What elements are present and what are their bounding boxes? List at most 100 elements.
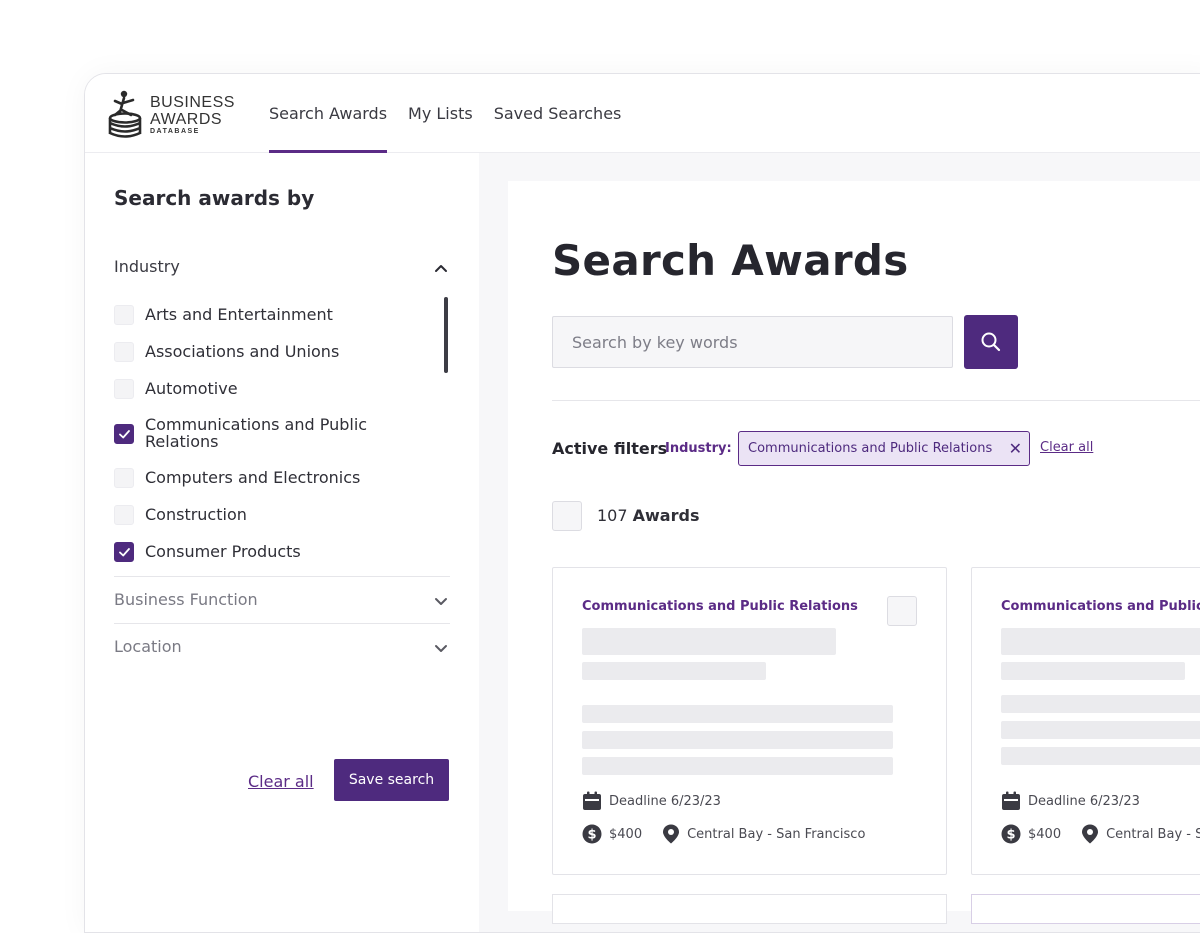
calendar-icon — [1002, 791, 1020, 810]
select-all-checkbox[interactable] — [552, 501, 582, 531]
industry-option[interactable]: Construction — [114, 505, 414, 525]
check-icon — [119, 548, 130, 557]
industry-option-label: Construction — [145, 505, 247, 524]
business-awards-logo[interactable]: BUSINESS AWARDS DATABASE — [107, 88, 237, 140]
industry-option-label: Communications and Public Relations — [145, 415, 368, 451]
skeleton-line — [1001, 721, 1200, 739]
industry-option-label: Associations and Unions — [145, 342, 340, 361]
award-card-deadline: Deadline 6/23/23 — [1001, 791, 1140, 811]
award-card-meta: $ $400 Central Bay - San Francisco — [582, 824, 865, 844]
search-input[interactable] — [552, 316, 953, 368]
award-card-meta: $ $400 Central Bay - San Francisco — [1001, 824, 1200, 844]
location-section-header[interactable]: Location — [114, 637, 450, 661]
industry-option[interactable]: Communications and Public Relations — [114, 416, 404, 450]
business-function-label: Business Function — [114, 590, 258, 609]
nav-saved-searches[interactable]: Saved Searches — [494, 74, 622, 153]
award-card-deadline: Deadline 6/23/23 — [582, 791, 721, 811]
logo-line-1: BUSINESS — [150, 94, 235, 111]
industry-option-label: Arts and Entertainment — [145, 305, 333, 324]
dollar-icon: $ — [582, 824, 602, 844]
logo-line-3: DATABASE — [150, 128, 200, 135]
industry-option-label: Computers and Electronics — [145, 468, 361, 487]
skeleton-subtitle — [582, 662, 766, 680]
main-divider — [552, 400, 1200, 401]
location-pin-icon — [663, 824, 680, 844]
industry-option-label: Consumer Products — [145, 542, 301, 561]
industry-option[interactable]: Arts and Entertainment — [114, 305, 414, 325]
industry-option[interactable]: Automotive — [114, 379, 414, 399]
nav-search-awards[interactable]: Search Awards — [269, 74, 388, 153]
active-filter-industry-label: Industry: — [665, 441, 732, 456]
logo-line-2: AWARDS — [150, 111, 223, 128]
section-divider — [114, 623, 450, 624]
industry-checkbox[interactable] — [114, 342, 134, 362]
calendar-icon — [583, 791, 601, 810]
skeleton-title — [582, 628, 836, 655]
results-count: 107 Awards — [597, 506, 699, 525]
industry-option-label: Automotive — [145, 379, 238, 398]
filter-sidebar: Search awards by Industry Arts and Enter… — [85, 153, 479, 932]
skeleton-line — [1001, 695, 1200, 713]
chevron-down-icon — [435, 598, 447, 605]
dollar-icon: $ — [1001, 824, 1021, 844]
results-count-number: 107 — [597, 506, 628, 525]
industry-checkbox-checked[interactable] — [114, 424, 134, 444]
logo-text: BUSINESS AWARDS DATABASE — [150, 94, 235, 136]
chevron-down-icon — [435, 645, 447, 652]
search-button[interactable] — [964, 315, 1018, 369]
award-card-price: $400 — [1028, 826, 1062, 842]
industry-checkbox[interactable] — [114, 468, 134, 488]
award-card[interactable]: Communications and Public Relations Dead… — [971, 567, 1200, 875]
industry-checkbox[interactable] — [114, 305, 134, 325]
main-nav: Search Awards My Lists Saved Searches — [269, 74, 642, 153]
award-card-location: Central Bay - San Francisco — [1106, 826, 1200, 842]
skeleton-title — [1001, 628, 1200, 655]
chevron-up-icon — [435, 265, 447, 272]
industry-section-header[interactable]: Industry — [114, 257, 450, 281]
award-card-category: Communications and Public Relations — [582, 599, 858, 614]
award-card-location: Central Bay - San Francisco — [687, 826, 866, 842]
skeleton-line — [582, 705, 893, 723]
award-card-checkbox[interactable] — [887, 596, 917, 626]
active-filter-chip-label: Communications and Public Relations — [748, 441, 993, 456]
industry-checkbox[interactable] — [114, 505, 134, 525]
active-filter-chip[interactable]: Communications and Public Relations ✕ — [738, 431, 1030, 466]
award-card-deadline-text: Deadline 6/23/23 — [609, 793, 721, 809]
skeleton-line — [582, 731, 893, 749]
section-divider — [114, 576, 450, 577]
active-filters-label: Active filters — [552, 439, 668, 458]
svg-text:$: $ — [1006, 828, 1015, 843]
location-pin-icon — [1082, 824, 1099, 844]
industry-checkbox[interactable] — [114, 379, 134, 399]
award-card-price: $400 — [609, 826, 643, 842]
sidebar-title: Search awards by — [114, 186, 315, 210]
active-filters-clear-all-link[interactable]: Clear all — [1040, 440, 1093, 455]
results-count-label: Awards — [632, 506, 700, 525]
skeleton-line — [582, 757, 893, 775]
industry-option[interactable]: Computers and Electronics — [114, 468, 414, 488]
search-icon — [981, 332, 1001, 352]
award-card[interactable]: Communications and Public Relations Dead… — [552, 567, 947, 875]
award-card-next[interactable] — [971, 894, 1200, 924]
top-bar: BUSINESS AWARDS DATABASE Search Awards M… — [85, 74, 1200, 153]
sidebar-clear-all-link[interactable]: Clear all — [248, 772, 314, 791]
industry-label: Industry — [114, 257, 180, 276]
award-card-deadline-text: Deadline 6/23/23 — [1028, 793, 1140, 809]
business-function-section-header[interactable]: Business Function — [114, 590, 450, 614]
nav-my-lists[interactable]: My Lists — [408, 74, 473, 153]
award-card-next[interactable] — [552, 894, 947, 924]
industry-option[interactable]: Consumer Products — [114, 542, 414, 562]
location-label: Location — [114, 637, 182, 656]
save-search-button[interactable]: Save search — [334, 759, 449, 801]
industry-checkbox-checked[interactable] — [114, 542, 134, 562]
trophy-stack-icon — [108, 90, 142, 138]
page-title: Search Awards — [552, 236, 909, 285]
skeleton-line — [1001, 747, 1200, 765]
remove-filter-icon[interactable]: ✕ — [1009, 432, 1022, 465]
skeleton-subtitle — [1001, 662, 1185, 680]
industry-scrollbar[interactable] — [444, 297, 448, 373]
check-icon — [119, 430, 130, 439]
svg-text:$: $ — [587, 828, 596, 843]
industry-option[interactable]: Associations and Unions — [114, 342, 414, 362]
award-card-category: Communications and Public Relations — [1001, 599, 1200, 614]
